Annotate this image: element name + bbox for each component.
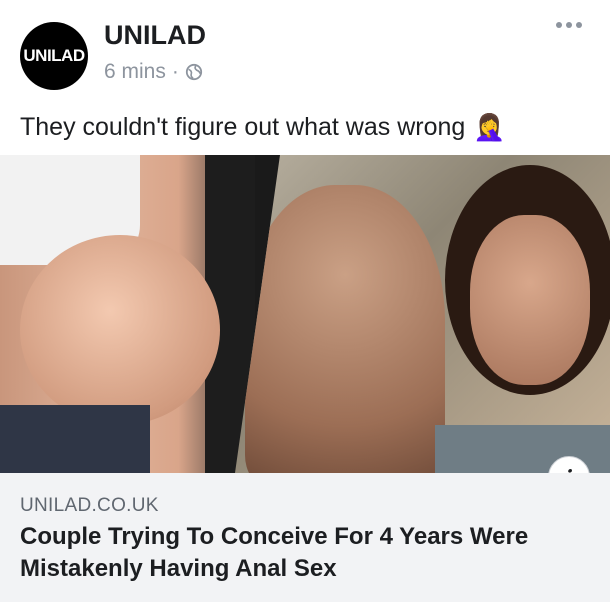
post-time[interactable]: 6 mins — [104, 60, 166, 84]
globe-icon — [185, 63, 202, 81]
pregnant-belly-photo — [0, 155, 255, 473]
page-name[interactable]: UNILAD — [104, 20, 206, 51]
link-domain: UNILAD.CO.UK — [20, 495, 159, 516]
link-preview-card[interactable]: UNILAD.CO.UK Couple Trying To Conceive F… — [0, 473, 610, 602]
page-avatar[interactable]: UNILAD — [20, 22, 88, 90]
post-image[interactable] — [0, 155, 610, 473]
post-text: They couldn't figure out what was wrong — [20, 113, 466, 141]
avatar-text: UNILAD — [23, 46, 85, 65]
couple-in-bed-photo — [235, 155, 610, 473]
more-options-icon[interactable] — [556, 22, 582, 28]
facepalm-emoji-icon: 🤦‍♀️ — [473, 112, 506, 142]
link-headline[interactable]: Couple Trying To Conceive For 4 Years We… — [20, 521, 580, 585]
post-meta: 6 mins · — [104, 60, 203, 84]
meta-separator: · — [171, 60, 179, 83]
post-text-row: They couldn't figure out what was wrong … — [20, 112, 506, 143]
